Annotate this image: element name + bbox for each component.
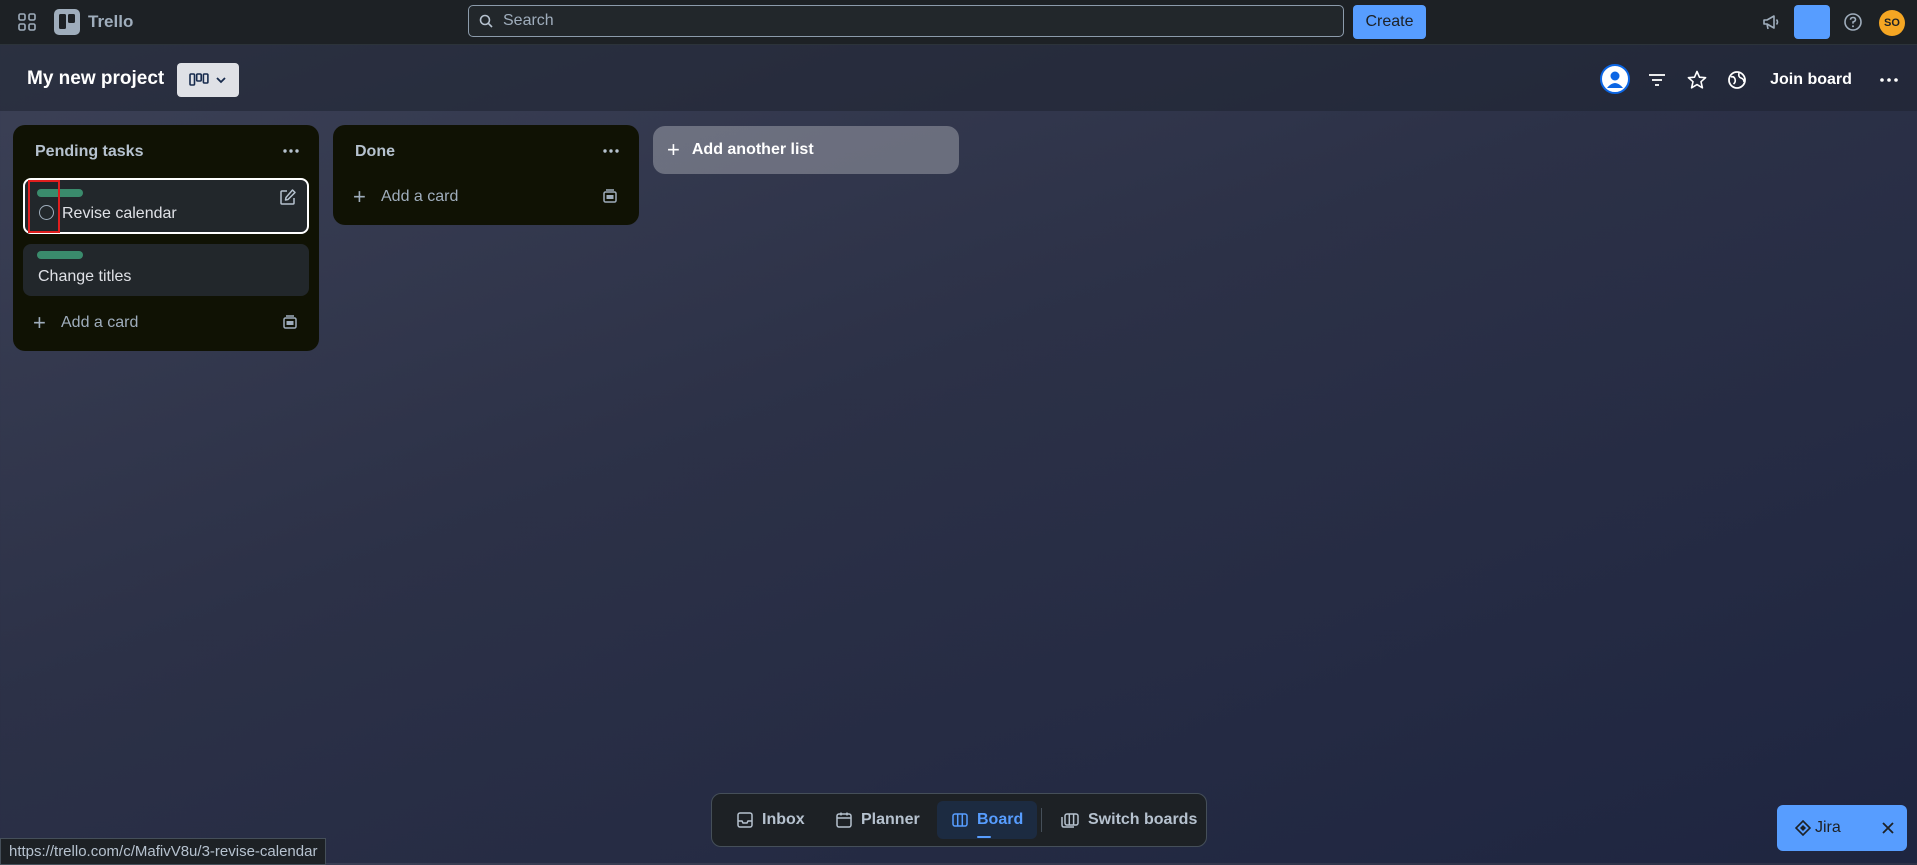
card-title: Revise calendar xyxy=(62,205,177,222)
plus-icon: + xyxy=(667,137,680,162)
nav-switch-boards-label: Switch boards xyxy=(1088,811,1198,828)
card-template-icon[interactable] xyxy=(601,188,619,206)
add-list-label: Add another list xyxy=(691,141,814,158)
nav-inbox-label: Inbox xyxy=(762,811,805,828)
nav-planner[interactable]: Planner xyxy=(831,801,924,839)
inbox-icon xyxy=(737,812,753,828)
help-icon[interactable] xyxy=(1843,12,1863,32)
active-tab-indicator xyxy=(977,836,991,838)
create-button[interactable]: Create xyxy=(1353,5,1426,39)
card-change-titles[interactable]: Change titles xyxy=(23,244,309,296)
jira-label: Jira xyxy=(1815,819,1841,836)
nav-planner-label: Planner xyxy=(861,811,920,828)
top-navigation: Trello Create SO xyxy=(0,0,1917,45)
app-name: Trello xyxy=(88,12,134,31)
list-pending-tasks: Pending tasks Revise calendar Change tit… xyxy=(13,125,319,351)
person-icon xyxy=(1607,71,1623,88)
user-avatar[interactable]: SO xyxy=(1879,10,1905,36)
search-input[interactable] xyxy=(501,11,1305,31)
list-done: Done + Add a card xyxy=(333,125,639,225)
search-box[interactable] xyxy=(468,5,1344,37)
board-header: My new project Join board xyxy=(0,45,1917,111)
jira-widget[interactable]: Jira xyxy=(1777,805,1907,851)
close-icon[interactable] xyxy=(1881,821,1895,835)
board-view-icon xyxy=(189,73,209,86)
status-bar-url: https://trello.com/c/MafivV8u/3-revise-c… xyxy=(0,838,327,865)
switch-boards-icon xyxy=(1061,813,1079,828)
trello-logo[interactable]: Trello xyxy=(54,9,133,35)
filter-icon[interactable] xyxy=(1646,69,1668,91)
card-template-icon[interactable] xyxy=(281,314,299,332)
nav-board[interactable]: Board xyxy=(937,801,1038,839)
list-menu-icon[interactable] xyxy=(599,139,623,163)
card-label[interactable] xyxy=(37,251,83,259)
edit-pencil-icon[interactable] xyxy=(279,188,297,206)
list-title[interactable]: Pending tasks xyxy=(35,143,143,161)
trello-logo-icon xyxy=(54,9,80,35)
join-board-button[interactable]: Join board xyxy=(1761,62,1861,98)
member-avatar[interactable] xyxy=(1600,64,1630,94)
search-icon xyxy=(479,14,493,28)
atlassian-intelligence-button[interactable] xyxy=(1794,5,1830,39)
nav-board-label: Board xyxy=(977,811,1024,828)
bottom-navigation: Inbox Planner Board Switch boards xyxy=(711,793,1207,847)
board-icon xyxy=(952,813,968,827)
plus-icon: + xyxy=(353,184,366,209)
apps-grid-icon[interactable] xyxy=(17,12,37,32)
nav-switch-boards[interactable]: Switch boards xyxy=(1056,801,1201,839)
board-view-switcher[interactable] xyxy=(177,63,239,97)
add-card-label: Add a card xyxy=(381,188,459,205)
card-title: Change titles xyxy=(38,268,132,285)
jira-icon xyxy=(1795,820,1811,836)
list-title[interactable]: Done xyxy=(355,143,395,161)
highlight-annotation xyxy=(28,180,60,233)
board-title[interactable]: My new project xyxy=(27,68,164,90)
globe-icon[interactable] xyxy=(1726,69,1748,91)
megaphone-icon[interactable] xyxy=(1761,12,1781,32)
add-card-button[interactable]: + Add a card xyxy=(343,180,629,214)
star-icon[interactable] xyxy=(1686,69,1708,91)
list-menu-icon[interactable] xyxy=(279,139,303,163)
add-another-list-button[interactable]: + Add another list xyxy=(653,126,959,174)
calendar-icon xyxy=(836,812,852,828)
more-options-icon[interactable] xyxy=(1878,69,1900,91)
chevron-down-icon xyxy=(216,77,226,84)
divider xyxy=(1041,808,1042,832)
card-revise-calendar[interactable]: Revise calendar xyxy=(23,178,309,234)
add-card-label: Add a card xyxy=(61,314,139,331)
plus-icon: + xyxy=(33,310,46,335)
add-card-button[interactable]: + Add a card xyxy=(23,306,309,340)
nav-inbox[interactable]: Inbox xyxy=(732,801,809,839)
